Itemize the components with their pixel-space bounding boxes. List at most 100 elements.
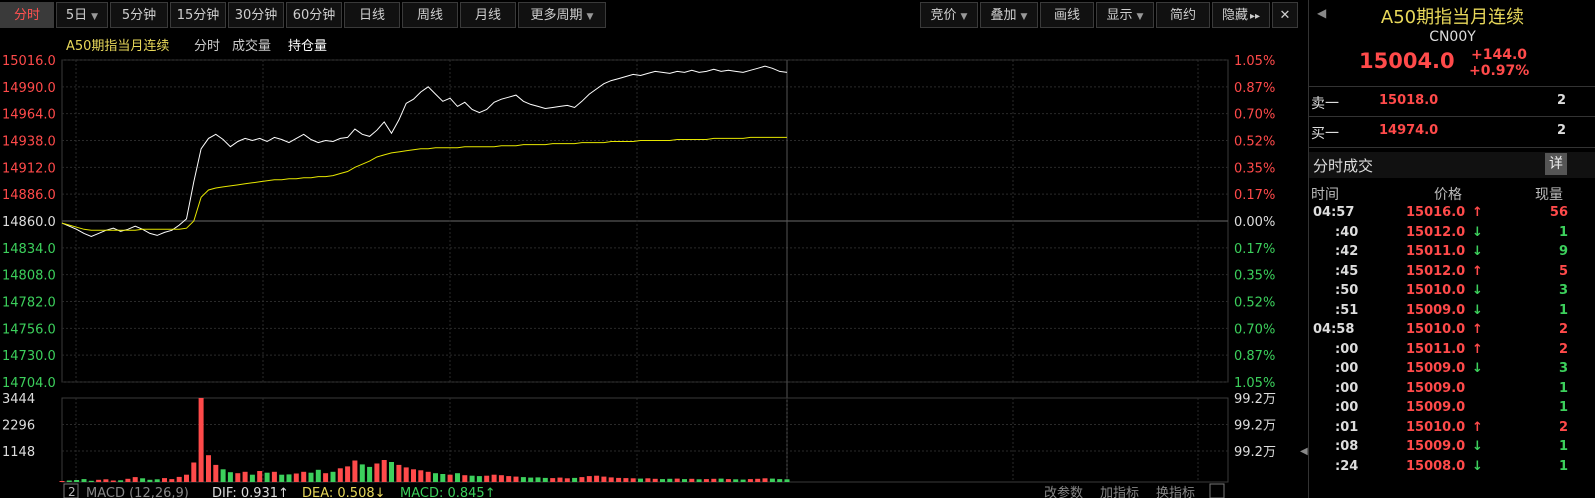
- tick-time: :01: [1335, 419, 1359, 435]
- tool-button-label: 画线: [1053, 8, 1080, 23]
- indicator-button-2[interactable]: 换指标: [1156, 486, 1195, 498]
- period-tab-7[interactable]: 周线: [402, 2, 458, 28]
- tick-time: :24: [1335, 458, 1359, 474]
- side-scroll-arrow[interactable]: ◀: [1300, 442, 1308, 462]
- period-tab-label: 15分钟: [176, 8, 220, 23]
- indicator-dea: DEA: 0.508↓: [302, 486, 386, 498]
- period-tab-5[interactable]: 60分钟: [286, 2, 342, 28]
- tick-volume: 1: [1558, 400, 1568, 415]
- tick-time: :00: [1335, 400, 1359, 415]
- tick-time: :08: [1335, 439, 1359, 454]
- pct-axis-label: 0.17%: [1234, 188, 1275, 203]
- detail-button[interactable]: 详: [1545, 153, 1567, 175]
- volume-bar: [359, 464, 365, 482]
- volume-bar: [755, 478, 761, 482]
- tick-price: 15008.0: [1406, 458, 1466, 474]
- period-tab-9[interactable]: 更多周期 ▼: [518, 2, 606, 28]
- tick-price: 15009.0: [1406, 361, 1466, 376]
- col-price: 价格: [1434, 187, 1462, 203]
- tick-price: 15012.0: [1406, 224, 1466, 240]
- volume-bar: [440, 474, 446, 482]
- tick-price: 15009.0: [1406, 380, 1466, 396]
- arrow-down-icon: ↓: [1472, 439, 1483, 454]
- ask-qty: 2: [1557, 93, 1567, 108]
- volume-bar: [630, 478, 636, 482]
- volume-bar: [154, 479, 160, 482]
- col-volume: 现量: [1535, 187, 1563, 203]
- volume-bar: [198, 398, 204, 482]
- price-axis-label: 14834.0: [2, 242, 56, 257]
- tool-button-0[interactable]: 竞价 ▼: [920, 2, 978, 28]
- indicator-button-1[interactable]: 加指标: [1100, 486, 1139, 498]
- tool-button-4[interactable]: 简约: [1156, 2, 1210, 28]
- tool-button-label: 隐藏: [1221, 8, 1248, 23]
- period-tab-label: 周线: [416, 8, 443, 23]
- tick-row: :00 15009.0 ↓ 3: [1309, 361, 1595, 381]
- volume-bar: [323, 473, 329, 482]
- dropdown-caret-icon: ▼: [1136, 12, 1144, 22]
- indicator-button-0[interactable]: 改参数: [1044, 485, 1083, 498]
- tick-row: :01 15010.0 ↑ 2: [1309, 420, 1595, 440]
- tick-volume: 1: [1558, 439, 1568, 454]
- period-tab-8[interactable]: 月线: [460, 2, 516, 28]
- period-tab-4[interactable]: 30分钟: [228, 2, 284, 28]
- tick-price: 15016.0: [1406, 205, 1466, 220]
- volume-bar: [616, 477, 622, 482]
- chart-header-item[interactable]: 持仓量: [288, 39, 327, 54]
- arrow-up-icon: ↑: [1472, 205, 1483, 220]
- tick-time: :00: [1335, 380, 1359, 396]
- period-tab-1[interactable]: 5日 ▼: [56, 2, 108, 28]
- tool-button-3[interactable]: 显示 ▼: [1096, 2, 1154, 28]
- price-axis-label: 14912.0: [2, 161, 56, 176]
- indicator-index: 2: [68, 485, 76, 498]
- arrow-down-icon: ↓: [1472, 224, 1483, 240]
- price-axis-label: 14782.0: [2, 296, 56, 311]
- period-tab-0[interactable]: 分时: [0, 2, 54, 28]
- tick-row: :24 15008.0 ↓ 1: [1309, 459, 1595, 479]
- period-tab-2[interactable]: 5分钟: [110, 2, 168, 28]
- volume-bar: [682, 479, 687, 482]
- volume-axis-label: 1148: [2, 445, 35, 460]
- pct-axis-label: 0.00%: [1234, 215, 1275, 230]
- volume-bar: [535, 477, 541, 482]
- period-tab-6[interactable]: 日线: [344, 2, 400, 28]
- tool-button-label: 简约: [1169, 8, 1196, 23]
- tick-price: 15009.0: [1406, 400, 1466, 415]
- dropdown-caret-icon: ▼: [91, 12, 99, 22]
- ticks-list[interactable]: 04:57 15016.0 ↑ 56:40 15012.0 ↓ 1:42 15011.0 ↓ 9:…: [1309, 205, 1595, 498]
- tool-button-2[interactable]: 画线: [1040, 2, 1094, 28]
- tool-button-label: 竞价: [930, 8, 957, 23]
- ticks-header: 分时成交 详: [1309, 152, 1595, 178]
- pct-axis-label: 0.35%: [1234, 269, 1275, 284]
- volume-bar: [703, 479, 709, 482]
- arrow-up-icon: ↑: [1472, 263, 1483, 279]
- volume-bar: [271, 471, 277, 482]
- volume-bar: [638, 478, 643, 482]
- volume-bar: [147, 479, 153, 482]
- tool-button-5[interactable]: 隐藏 ▸▸: [1212, 2, 1270, 28]
- volume-bar: [769, 478, 775, 482]
- volume-bar: [206, 455, 211, 482]
- volume-bar: [506, 476, 512, 482]
- pct-axis-label: 0.87%: [1234, 81, 1275, 96]
- volume-bar: [330, 471, 336, 482]
- close-icon[interactable]: ✕: [1272, 2, 1298, 28]
- tick-volume: 1: [1558, 380, 1568, 396]
- tick-time: :40: [1335, 224, 1359, 240]
- tool-button-1[interactable]: 叠加 ▼: [980, 2, 1038, 28]
- volume-bar: [513, 476, 519, 482]
- price-axis-label: 15016.0: [2, 54, 56, 69]
- tick-row: :00 15009.0 1: [1309, 381, 1595, 401]
- volume-bar: [418, 470, 424, 482]
- volume-bar: [689, 478, 695, 482]
- volume-bar: [264, 472, 270, 482]
- period-tab-3[interactable]: 15分钟: [170, 2, 226, 28]
- volume-bar: [110, 480, 116, 482]
- volume-bar: [279, 474, 285, 482]
- chart-header-item[interactable]: 成交量: [232, 38, 271, 54]
- volume-bar: [718, 478, 724, 482]
- chart-header-item[interactable]: 分时: [194, 39, 220, 54]
- volume-bar: [169, 479, 175, 482]
- instrument-name: A50期指当月连续: [1380, 7, 1525, 28]
- openint-axis-label: 99.2万: [1234, 445, 1276, 460]
